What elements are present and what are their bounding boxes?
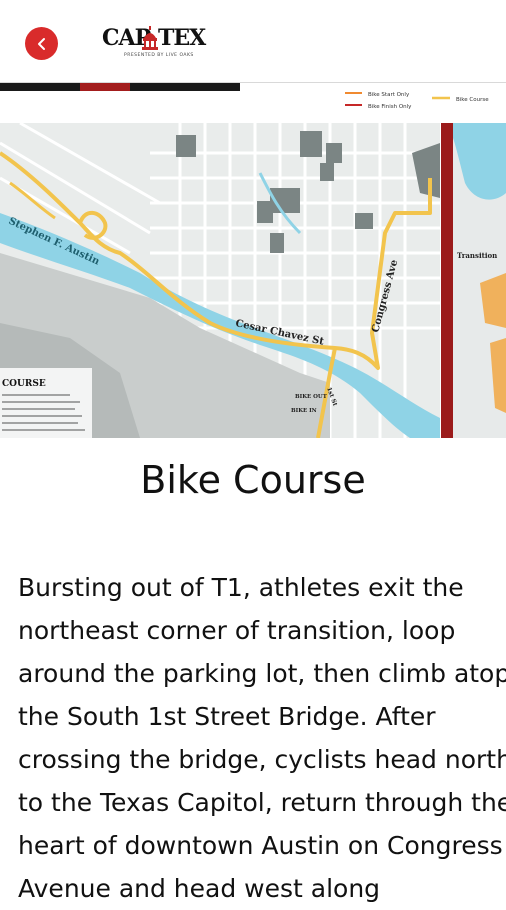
page-title: Bike Course bbox=[140, 458, 366, 502]
legend-bike-course: Bike Course bbox=[456, 97, 489, 103]
course-heading: COURSE bbox=[2, 379, 46, 389]
logo-text-right: TEX bbox=[158, 25, 206, 51]
map-graphic: Bike Start Only Bike Finish Only Bike Co… bbox=[0, 83, 506, 438]
label-transition: Transition bbox=[457, 251, 497, 260]
back-button[interactable] bbox=[25, 27, 58, 60]
course-description: Bursting out of T1, athletes exit the no… bbox=[18, 573, 506, 903]
bike-course-map: Bike Start Only Bike Finish Only Bike Co… bbox=[0, 83, 506, 438]
app-header: CAP TEX PRESENTED BY LIVE OAKS bbox=[0, 0, 506, 83]
captex-logo: CAP TEX PRESENTED BY LIVE OAKS bbox=[100, 25, 206, 65]
chevron-left-icon bbox=[37, 37, 45, 50]
label-bike-in: BIKE IN bbox=[291, 408, 317, 414]
label-bike-out: BIKE OUT bbox=[295, 394, 328, 400]
legend-bike-finish: Bike Finish Only bbox=[368, 104, 412, 110]
red-band bbox=[441, 123, 453, 438]
logo-subtitle: PRESENTED BY LIVE OAKS bbox=[124, 53, 194, 58]
capitol-dome-icon bbox=[142, 26, 158, 50]
legend-bike-start: Bike Start Only bbox=[368, 92, 410, 98]
